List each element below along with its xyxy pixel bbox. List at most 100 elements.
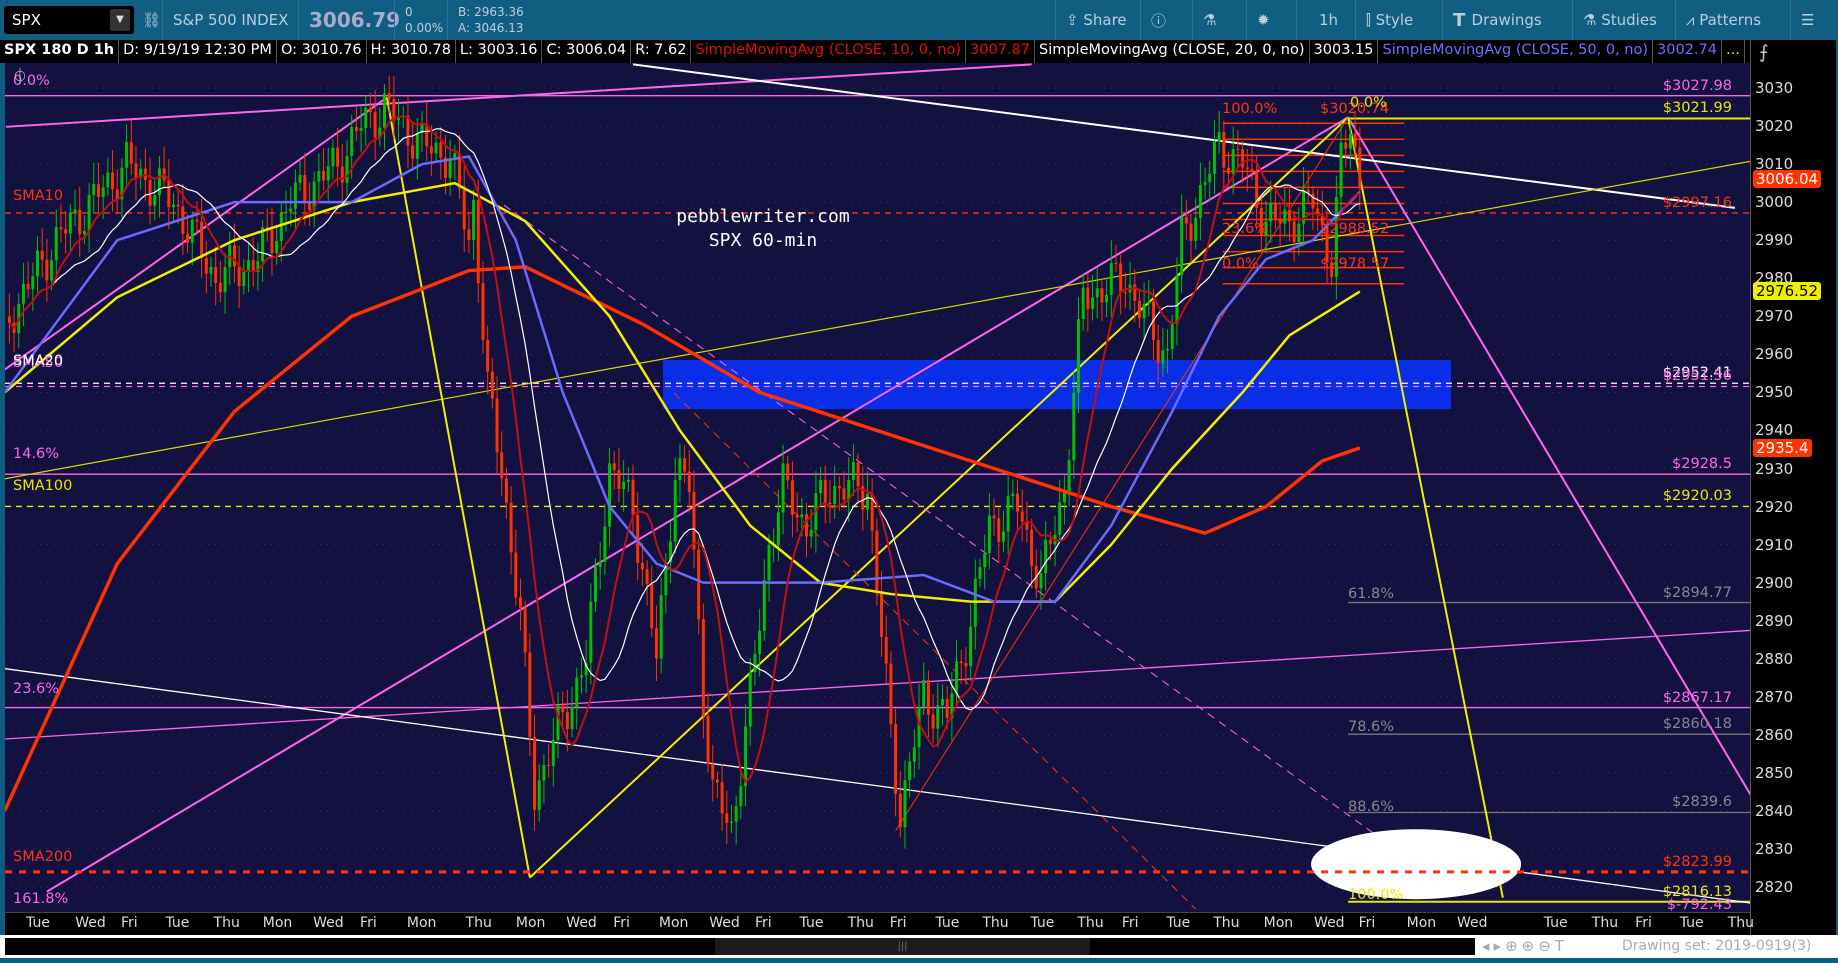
- price-tick-label: 2970: [1755, 307, 1794, 326]
- drawing-set-label[interactable]: Drawing set: 2019-0919(3): [1622, 938, 1811, 954]
- candle-body: [805, 514, 809, 537]
- chart-settings-icon[interactable]: ⨍: [1759, 42, 1768, 63]
- candle-body: [547, 765, 551, 767]
- scroll-thumb[interactable]: |||: [715, 938, 1090, 955]
- trend-line: [385, 97, 531, 878]
- net-change: 0: [405, 5, 413, 19]
- candle-body: [153, 195, 157, 206]
- level-price-label: $2928.5: [1672, 456, 1732, 473]
- pan-icon[interactable]: ◂▸: [1482, 937, 1505, 955]
- candle-body: [171, 204, 175, 208]
- price-badge: 2935.4: [1753, 438, 1812, 457]
- footer-bar: ||| ◂▸⊕⊕⊖T Drawing set: 2019-0919(3): [0, 935, 1838, 958]
- time-axis[interactable]: Tue Wed Fri Tue Thu Mon Wed Fri Mon Thu Mon Wed Fri M…: [5, 912, 1754, 935]
- time-tick-label: Thu: [847, 915, 874, 931]
- candle-body: [1250, 169, 1254, 172]
- zoom-out-icon[interactable]: ⊖: [1538, 937, 1555, 955]
- fib-box-100-label: 100.0%: [1222, 101, 1278, 117]
- sma20-study[interactable]: SimpleMovingAvg (CLOSE, 20, 0, no): [1035, 40, 1310, 63]
- candle-body: [50, 260, 54, 281]
- candle-body: [1212, 141, 1216, 174]
- candle-body: [1166, 348, 1170, 351]
- candle-body: [68, 212, 72, 234]
- price-axis[interactable]: ⨍ 3030 3020 3010 3000 2990 2980 2970 2960 2950 29…: [1750, 40, 1836, 935]
- candle-body: [725, 813, 729, 823]
- crosshair-icon[interactable]: ⊕: [1505, 937, 1522, 955]
- drawings-button[interactable]: T Drawings: [1442, 0, 1552, 40]
- zoom-controls[interactable]: ◂▸⊕⊕⊖T: [1482, 937, 1568, 955]
- candle-body: [500, 452, 504, 479]
- more-studies[interactable]: ...: [1722, 40, 1745, 63]
- candle-body: [167, 180, 171, 208]
- candle-body: [1030, 529, 1034, 566]
- sma50-study[interactable]: SimpleMovingAvg (CLOSE, 50, 0, no): [1378, 40, 1654, 63]
- level-price-label: $2894.77: [1662, 584, 1732, 601]
- candle-body: [626, 479, 630, 482]
- candle-body: [411, 145, 415, 159]
- link-icon[interactable]: ⛓: [138, 0, 165, 40]
- patterns-button[interactable]: ⩘ Patterns: [1675, 0, 1771, 40]
- candle-body: [1011, 493, 1015, 497]
- price-tick-label: 2960: [1755, 345, 1794, 364]
- candle-body: [654, 628, 658, 659]
- bar-high: H: 3010.78: [367, 40, 456, 63]
- bar-date: D: 9/19/19 12:30 PM: [119, 40, 277, 63]
- price-tick-label: 2900: [1755, 573, 1794, 592]
- candle-body: [715, 779, 719, 783]
- candle-body: [800, 514, 804, 518]
- candle-body: [828, 502, 832, 505]
- price-chart[interactable]: pebblewriter.com SPX 60-min 0.0% ⏀ SMA10…: [5, 63, 1750, 912]
- candle-body: [284, 211, 288, 213]
- candle-body: [415, 133, 419, 159]
- candle-body: [1348, 133, 1352, 149]
- share-button[interactable]: ⇪ Share: [1055, 0, 1137, 40]
- candle-body: [997, 518, 1001, 542]
- candle-body: [326, 166, 330, 181]
- candle-icon: ⫿: [1366, 11, 1376, 29]
- candle-body: [983, 553, 987, 568]
- studies-button[interactable]: ⚗ Studies: [1572, 0, 1667, 40]
- candle-body: [687, 471, 691, 492]
- candle-body: [509, 502, 513, 553]
- price-tick-label: 2850: [1755, 763, 1794, 782]
- candle-body: [368, 107, 372, 113]
- info-icon: ⓘ: [1151, 11, 1167, 30]
- menu-button[interactable]: ☰: [1790, 0, 1824, 40]
- candle-body: [570, 707, 574, 730]
- fib-161.8-label: 161.8%: [13, 891, 69, 907]
- symbol-input[interactable]: SPX ▼: [4, 6, 134, 34]
- ask-price: A: 3046.13: [458, 21, 524, 35]
- zoom-in-icon[interactable]: ⊕: [1522, 937, 1539, 955]
- candle-body: [1283, 209, 1287, 224]
- candle-body: [1086, 287, 1090, 309]
- candle-body: [884, 636, 888, 664]
- horizontal-scrollbar[interactable]: |||: [5, 938, 1475, 955]
- info-button[interactable]: ⓘ: [1140, 0, 1176, 40]
- style-button[interactable]: ⫿ Style: [1355, 0, 1423, 40]
- candle-body: [758, 630, 762, 654]
- candle-body: [218, 282, 222, 293]
- interval-button[interactable]: 1h: [1296, 0, 1360, 40]
- level-price-label: $2867.17: [1662, 689, 1732, 706]
- settings-button[interactable]: ✹: [1246, 0, 1280, 40]
- alert-icon[interactable]: ⏀: [12, 63, 28, 87]
- candle-body: [1156, 339, 1160, 364]
- candle-body: [45, 259, 49, 281]
- candle-body: [608, 463, 612, 527]
- chevron-down-icon[interactable]: ▼: [110, 9, 130, 31]
- time-tick-label: Fri: [755, 915, 772, 931]
- flask-button[interactable]: ⚗: [1192, 0, 1226, 40]
- price-badge: 2976.52: [1753, 282, 1822, 301]
- candle-body: [36, 250, 40, 277]
- candle-body: [247, 260, 251, 270]
- candle-body: [734, 806, 738, 822]
- candle-body: [64, 229, 68, 234]
- time-tick-label: Wed: [313, 915, 344, 931]
- price-tick-label: 3030: [1755, 79, 1794, 97]
- text-icon[interactable]: T: [1555, 937, 1568, 955]
- toolbar: SPX ▼ ⛓ S&P 500 INDEX 3006.79 0 0.00% B: 2…: [0, 0, 1838, 40]
- candle-body: [598, 561, 602, 567]
- sma10-study[interactable]: SimpleMovingAvg (CLOSE, 10, 0, no): [691, 40, 967, 63]
- candle-body: [992, 515, 996, 519]
- price-tick-label: 2930: [1755, 459, 1794, 478]
